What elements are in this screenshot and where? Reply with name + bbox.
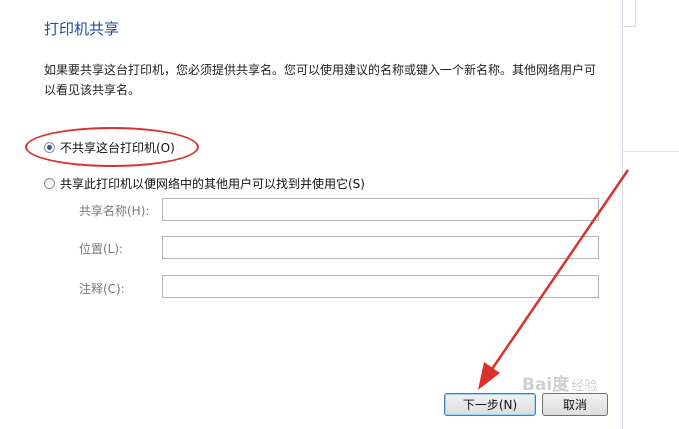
watermark-logo: Bai度 经验: [522, 370, 597, 395]
watermark-suffix: 经验: [571, 379, 598, 394]
watermark-brand: Bai度: [522, 375, 570, 395]
annotation-arrow-icon: [478, 169, 630, 390]
